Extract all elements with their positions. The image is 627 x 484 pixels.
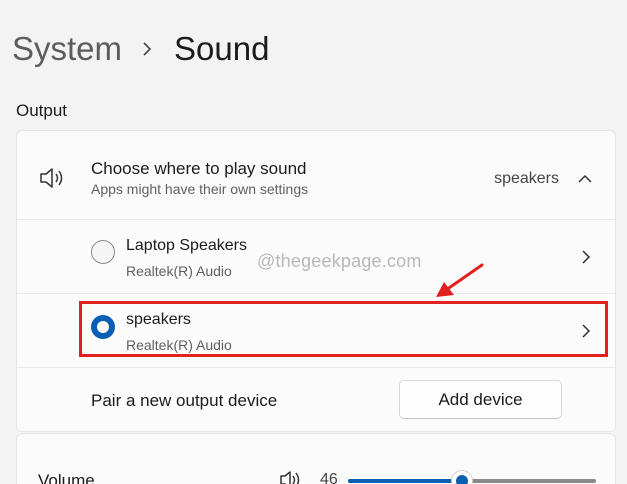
annotation-highlight-box	[79, 301, 608, 357]
chevron-right-icon[interactable]	[581, 249, 591, 270]
chevron-right-icon	[142, 41, 152, 57]
annotation-arrow-icon	[432, 262, 486, 305]
breadcrumb: System Sound	[12, 30, 269, 68]
output-card: Choose where to play sound Apps might ha…	[16, 130, 616, 432]
volume-slider-thumb[interactable]	[451, 470, 474, 484]
speaker-mute-icon[interactable]	[279, 470, 303, 484]
volume-label: Volume	[38, 471, 95, 484]
speaker-icon	[39, 167, 67, 194]
device-subtitle: Realtek(R) Audio	[126, 263, 232, 279]
device-name: Laptop Speakers	[126, 237, 247, 254]
output-header-subtitle: Apps might have their own settings	[91, 181, 309, 197]
volume-card: Volume 46	[16, 433, 616, 484]
page-title: Sound	[174, 30, 270, 67]
output-section-label: Output	[16, 101, 68, 120]
device-row-speakers[interactable]: speakers Realtek(R) Audio	[17, 293, 615, 366]
pair-device-label: Pair a new output device	[91, 391, 278, 410]
volume-slider[interactable]	[348, 470, 596, 484]
add-device-button[interactable]: Add device	[399, 380, 562, 419]
volume-slider-fill	[348, 479, 463, 483]
output-header-title: Choose where to play sound	[91, 159, 307, 178]
output-selected-device: speakers	[494, 170, 559, 187]
pair-device-row: Pair a new output device Add device	[17, 367, 615, 433]
radio-laptop-speakers[interactable]	[91, 240, 115, 264]
chevron-up-icon[interactable]	[577, 171, 593, 189]
output-device-header[interactable]: Choose where to play sound Apps might ha…	[17, 131, 615, 217]
breadcrumb-system[interactable]: System	[12, 30, 122, 68]
volume-value: 46	[320, 471, 338, 484]
watermark: @thegeekpage.com	[257, 251, 422, 271]
